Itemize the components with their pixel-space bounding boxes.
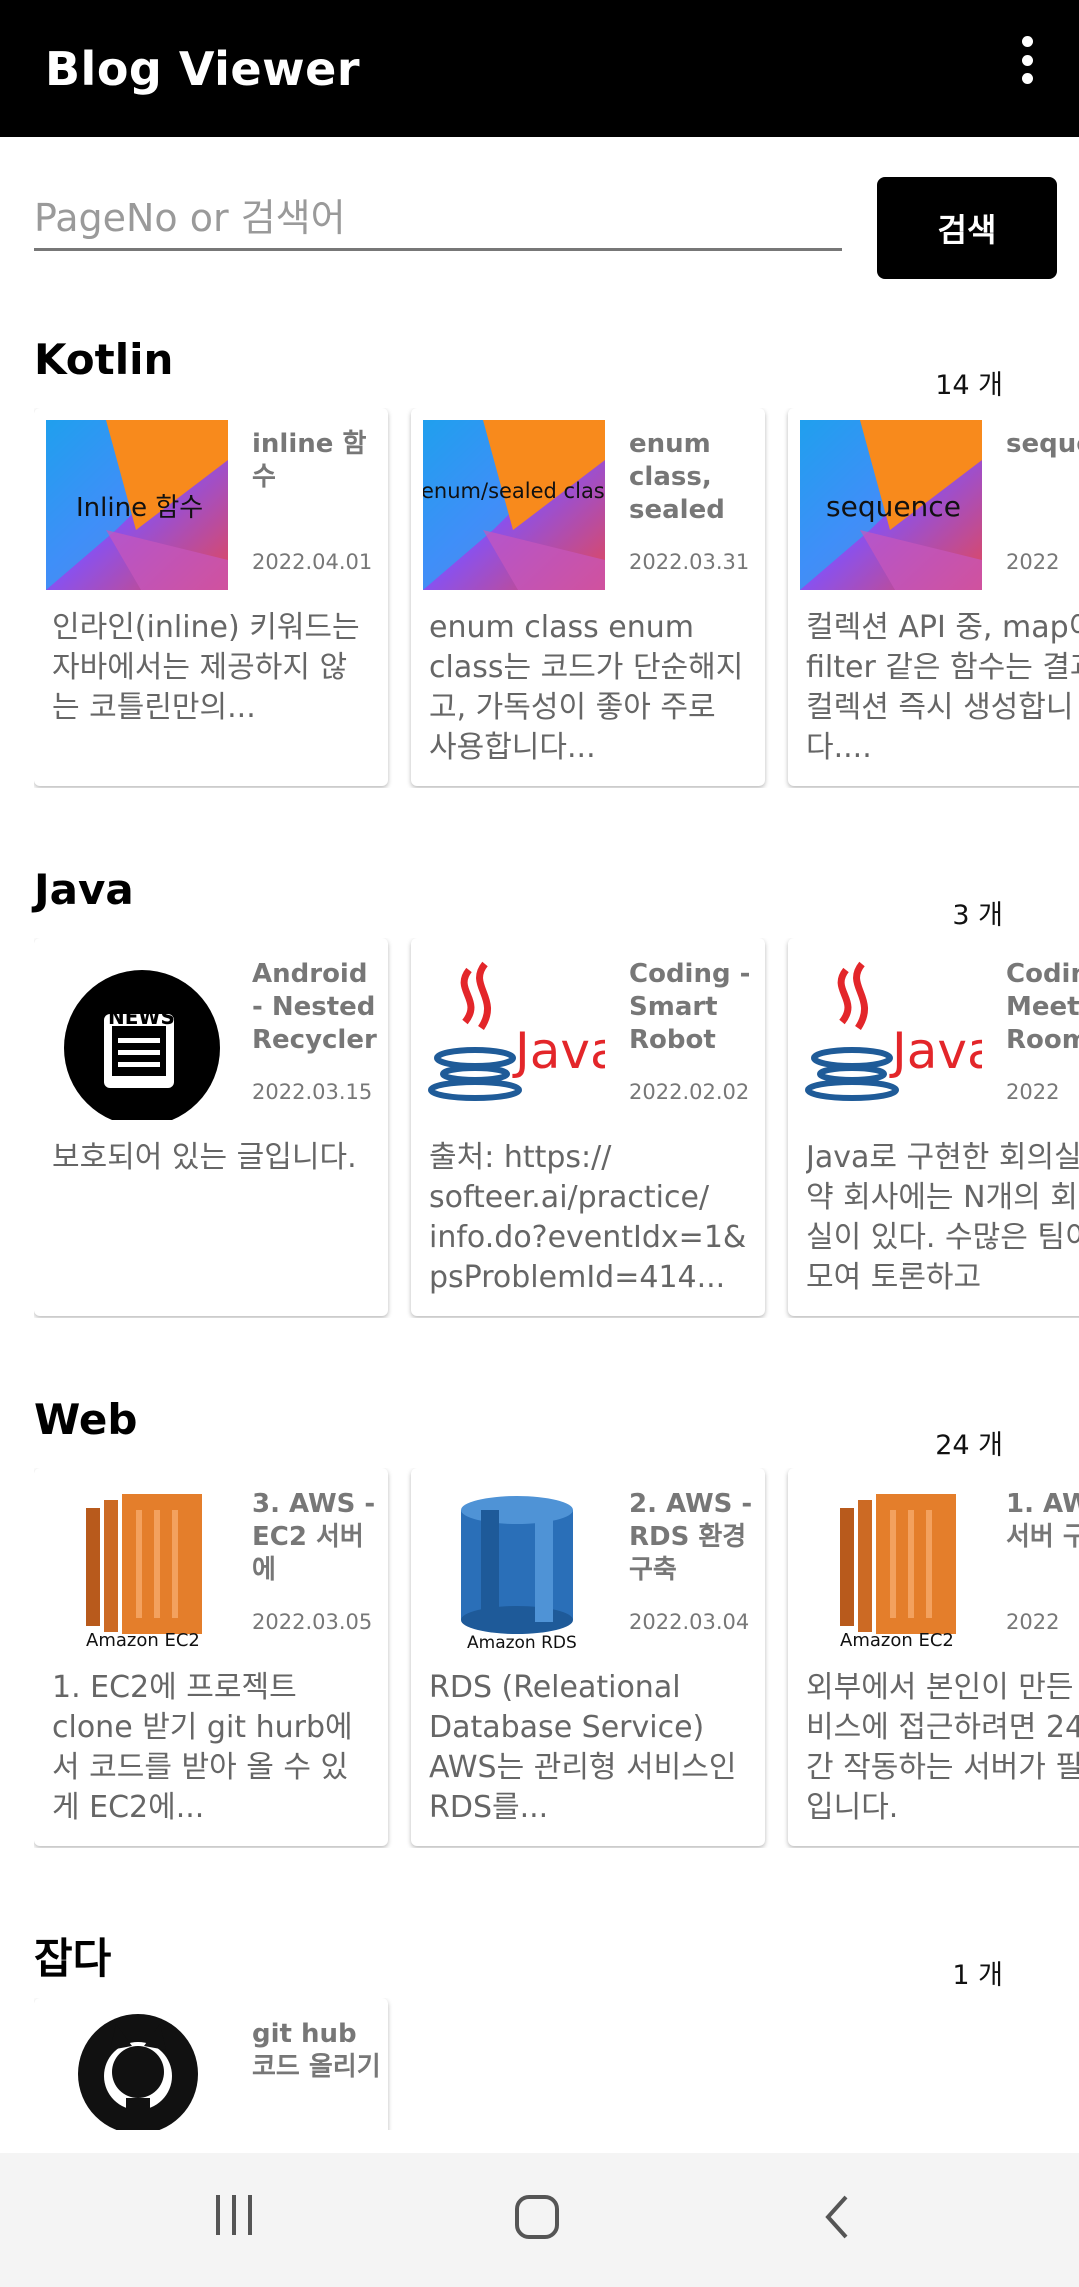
post-date: 2022.03.04 — [629, 1610, 750, 1634]
github-icon — [46, 2010, 228, 2130]
post-date: 2022.03.31 — [629, 550, 750, 574]
post-summary: 보호되어 있는 글입니다. — [52, 1140, 357, 1175]
amazon-rds-icon: Amazon RDS — [423, 1480, 605, 1650]
svg-text:sequence: sequence — [826, 490, 961, 523]
home-icon[interactable] — [513, 2193, 561, 2245]
section-title: 잡다 — [34, 1934, 112, 1983]
app-title: Blog Viewer — [45, 41, 361, 96]
kotlin-logo-icon: Inline 함수 — [46, 420, 228, 590]
search-input[interactable] — [34, 188, 842, 251]
post-summary: 출처: https:// softeer.ai/practice/ info.d… — [429, 1140, 747, 1295]
post-card[interactable]: git hub 코드 올리기 — [34, 1998, 388, 2130]
section-title: Kotlin — [34, 335, 174, 384]
post-date: 2022.02.02 — [629, 1080, 750, 1104]
section-count: 14 개 — [935, 370, 1003, 401]
post-date: 2022 — [1006, 1610, 1060, 1634]
post-card[interactable]: Inline 함수 inline 함수 2022.04.01 인라인(inlin… — [34, 408, 388, 786]
card-list[interactable]: NEWS Android - Nested Recycler 2022.03.1… — [34, 938, 1079, 1318]
section-misc: 잡다 1 개 git hub 코드 올리기 — [0, 1925, 1079, 2130]
amazon-ec2-icon: Amazon EC2 — [800, 1480, 982, 1650]
news-icon: NEWS — [46, 950, 228, 1120]
post-title: Android - Nested Recycler — [252, 959, 377, 1055]
post-summary: enum class enum class는 코드가 단순해지고, 가독성이 좋… — [429, 610, 744, 765]
section-count: 3 개 — [952, 900, 1003, 931]
svg-text:NEWS: NEWS — [108, 1005, 175, 1029]
post-summary: Java로 구현한 회의실 예약 회사에는 N개의 회의실이 있다. 수많은 팀… — [806, 1140, 1079, 1295]
post-card[interactable]: enum/sealed class enum class, sealed 202… — [411, 408, 765, 786]
post-summary: 1. EC2에 프로젝트 clone 받기 git hurb에서 코드를 받아 … — [52, 1670, 353, 1825]
svg-text:Java: Java — [889, 1022, 982, 1080]
post-card[interactable]: sequence sequence 2022 컬렉션 API 중, map이나 … — [788, 408, 1079, 786]
card-list[interactable]: git hub 코드 올리기 — [34, 1998, 1079, 2130]
post-title: git hub 코드 올리기 — [252, 2019, 381, 2082]
post-title: 2. AWS - RDS 환경 구축 — [629, 1489, 753, 1585]
section-title: Web — [34, 1395, 138, 1444]
post-card[interactable]: Amazon RDS 2. AWS - RDS 환경 구축 2022.03.04… — [411, 1468, 765, 1846]
post-title: 1. AWS 서버 구축 — [1006, 1489, 1079, 1552]
post-date: 2022 — [1006, 550, 1060, 574]
back-icon[interactable] — [822, 2193, 852, 2245]
post-title: enum class, sealed — [629, 429, 725, 525]
post-card[interactable]: Amazon EC2 3. AWS - EC2 서버에 2022.03.05 1… — [34, 1468, 388, 1846]
post-summary: 컬렉션 API 중, map이나 filter 같은 함수는 결과 컬렉션 즉시… — [806, 610, 1079, 765]
post-date: 2022.04.01 — [252, 550, 373, 574]
kotlin-logo-icon: enum/sealed class — [423, 420, 605, 590]
svg-text:Amazon EC2: Amazon EC2 — [86, 1630, 200, 1650]
overflow-menu-icon[interactable] — [1015, 36, 1039, 84]
post-card[interactable]: Amazon EC2 1. AWS 서버 구축 2022 외부에서 본인이 만든… — [788, 1468, 1079, 1846]
post-summary: RDS (Releational Database Service) AWS는 … — [429, 1670, 737, 1825]
search-button[interactable]: 검색 — [877, 177, 1057, 279]
section-web: Web 24 개 Amazon EC2 3. AWS - EC2 서버에 202… — [0, 1395, 1079, 1855]
kotlin-logo-icon: sequence — [800, 420, 982, 590]
system-nav-bar — [0, 2153, 1079, 2287]
recent-apps-icon[interactable] — [212, 2193, 256, 2241]
post-card[interactable]: NEWS Android - Nested Recycler 2022.03.1… — [34, 938, 388, 1316]
post-title: Coding - Meeting Room — [1006, 959, 1079, 1055]
svg-text:Amazon RDS: Amazon RDS — [467, 1633, 577, 1650]
post-title: 3. AWS - EC2 서버에 — [252, 1489, 376, 1585]
post-title: sequence — [1006, 429, 1079, 459]
post-title: inline 함수 — [252, 429, 367, 492]
amazon-ec2-icon: Amazon EC2 — [46, 1480, 228, 1650]
svg-text:enum/sealed class: enum/sealed class — [423, 479, 605, 503]
section-java: Java 3 개 NEWS Android - Nested Recycler … — [0, 865, 1079, 1325]
post-title: Coding - Smart Robot — [629, 959, 751, 1055]
post-date: 2022.03.05 — [252, 1610, 373, 1634]
svg-text:Inline 함수: Inline 함수 — [76, 493, 203, 523]
java-logo-icon: Java — [800, 950, 982, 1120]
section-count: 24 개 — [935, 1430, 1003, 1461]
java-logo-icon: Java — [423, 950, 605, 1120]
post-card[interactable]: Java Coding - Smart Robot 2022.02.02 출처:… — [411, 938, 765, 1316]
post-date: 2022.03.15 — [252, 1080, 373, 1104]
section-title: Java — [34, 865, 134, 914]
post-summary: 인라인(inline) 키워드는 자바에서는 제공하지 않는 코틀린만의... — [52, 610, 360, 725]
post-date: 2022 — [1006, 1080, 1060, 1104]
svg-text:Java: Java — [512, 1022, 605, 1080]
card-list[interactable]: Amazon EC2 3. AWS - EC2 서버에 2022.03.05 1… — [34, 1468, 1079, 1848]
section-count: 1 개 — [952, 1960, 1003, 1991]
card-list[interactable]: Inline 함수 inline 함수 2022.04.01 인라인(inlin… — [34, 408, 1079, 788]
svg-text:Amazon EC2: Amazon EC2 — [840, 1630, 954, 1650]
post-card[interactable]: Java Coding - Meeting Room 2022 Java로 구현… — [788, 938, 1079, 1316]
app-bar: Blog Viewer — [0, 0, 1079, 137]
post-summary: 외부에서 본인이 만든 서비스에 접근하려면 24시간 작동하는 서버가 필수입… — [806, 1670, 1079, 1825]
section-kotlin: Kotlin 14 개 Inline 함수 inline 함수 2022.04.… — [0, 335, 1079, 795]
